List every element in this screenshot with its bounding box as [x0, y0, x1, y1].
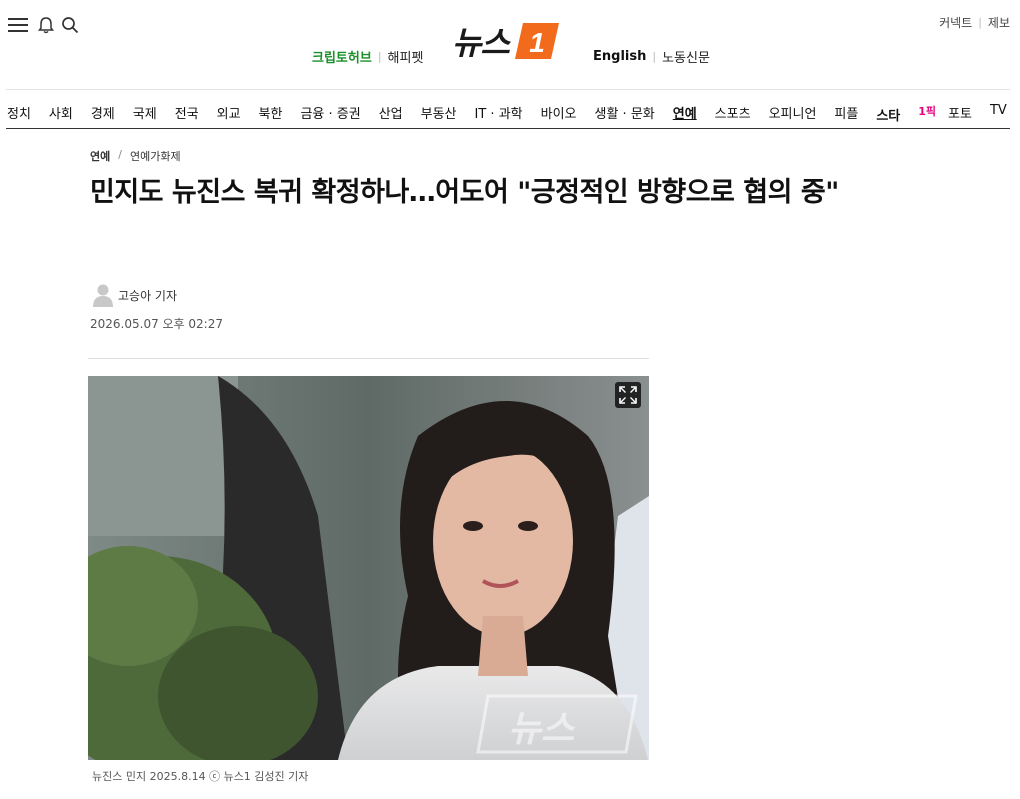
publish-date: 2026.05.07 오후 02:27	[90, 317, 223, 331]
crypto-hub-link[interactable]: 크립토허브	[312, 47, 372, 66]
report-link[interactable]: 제보	[988, 14, 1010, 31]
nav-item[interactable]: 북한	[259, 103, 283, 124]
connect-link[interactable]: 커넥트	[939, 14, 972, 31]
nav-item[interactable]: 정치	[7, 103, 31, 124]
star-suffix: 1픽	[918, 105, 937, 118]
menu-icon[interactable]	[7, 14, 29, 36]
breadcrumb-separator: /	[118, 148, 122, 161]
expand-icon[interactable]	[615, 382, 641, 408]
nav-item[interactable]: 피플	[834, 103, 858, 124]
header-divider	[6, 89, 1010, 90]
nav-item[interactable]: 바이오	[541, 103, 577, 124]
nav-item[interactable]: 금융 · 증권	[300, 103, 360, 124]
sub-links-left: 크립토허브 | 해피펫	[312, 47, 423, 66]
svg-text:1: 1	[529, 27, 545, 58]
happypet-link[interactable]: 해피펫	[388, 47, 424, 66]
article-photo[interactable]: 뉴스	[88, 376, 649, 760]
photo-image: 뉴스	[88, 376, 649, 760]
sub-links-right: English | 노동신문	[593, 47, 710, 66]
nav-item[interactable]: TV	[990, 103, 1007, 124]
main-nav: 정치 사회 경제 국제 전국 외교 북한 금융 · 증권 산업 부동산 IT ·…	[7, 103, 1020, 124]
breadcrumb-subcategory[interactable]: 연예가화제	[130, 148, 181, 164]
svg-text:뉴스: 뉴스	[508, 708, 576, 749]
nav-item[interactable]: IT · 과학	[475, 103, 523, 124]
english-link[interactable]: English	[593, 49, 646, 64]
search-icon[interactable]	[59, 14, 81, 36]
breadcrumb-category[interactable]: 연예	[90, 148, 110, 164]
nav-item-star1pick[interactable]: 스타 1픽	[876, 103, 936, 124]
divider: |	[652, 50, 657, 63]
nav-item[interactable]: 부동산	[421, 103, 457, 124]
logo-mark-icon: 1	[514, 23, 559, 59]
logo-text: 뉴스	[452, 24, 510, 62]
nav-item[interactable]: 생활 · 문화	[595, 103, 655, 124]
nav-item[interactable]: 오피니언	[769, 103, 817, 124]
divider: |	[377, 50, 382, 63]
article-divider	[88, 358, 649, 359]
top-links: 커넥트 | 제보	[939, 14, 1010, 31]
nav-divider	[6, 128, 1010, 129]
breadcrumb: 연예 / 연예가화제	[90, 148, 181, 164]
nav-item[interactable]: 경제	[91, 103, 115, 124]
news1-logo[interactable]: 뉴스 1	[452, 18, 561, 64]
reporter-avatar-icon	[93, 284, 113, 307]
reporter-name[interactable]: 고승아 기자	[118, 287, 177, 304]
bell-icon[interactable]	[35, 14, 57, 36]
nav-item[interactable]: 외교	[217, 103, 241, 124]
divider: |	[978, 16, 982, 29]
rodong-link[interactable]: 노동신문	[662, 47, 710, 66]
article-title: 민지도 뉴진스 복귀 확정하나…어도어 "긍정적인 방향으로 협의 중"	[90, 177, 839, 208]
nav-item[interactable]: 포토	[948, 103, 972, 124]
photo-caption: 뉴진스 민지 2025.8.14 ⓒ 뉴스1 김성진 기자	[92, 770, 309, 783]
nav-item[interactable]: 산업	[379, 103, 403, 124]
byline: 고승아 기자	[92, 283, 177, 307]
nav-item[interactable]: 국제	[133, 103, 157, 124]
nav-item[interactable]: 사회	[49, 103, 73, 124]
nav-item[interactable]: 전국	[175, 103, 199, 124]
nav-item-active[interactable]: 연예	[673, 103, 697, 124]
nav-item[interactable]: 스포츠	[715, 103, 751, 124]
